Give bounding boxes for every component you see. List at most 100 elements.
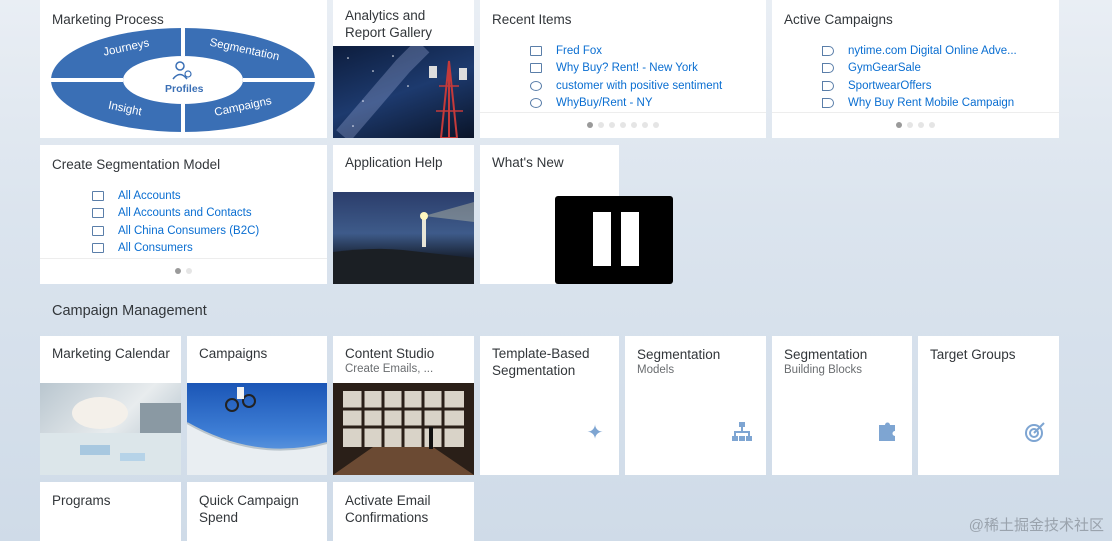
page-dot[interactable] bbox=[620, 122, 626, 128]
title-line: Activate Email bbox=[345, 493, 431, 508]
list-item-label[interactable]: All Consumers bbox=[118, 242, 193, 254]
tile-marketing-process[interactable]: Marketing Process Journeys Segmentation … bbox=[40, 0, 327, 138]
list-item[interactable]: customer with positive sentiment bbox=[530, 77, 722, 95]
tile-create-segmentation[interactable]: Create Segmentation Model All Accounts A… bbox=[40, 145, 327, 284]
list-item-label[interactable]: SportwearOffers bbox=[848, 80, 932, 92]
pagination-dots[interactable] bbox=[772, 122, 1059, 128]
tile-segmentation-blocks[interactable]: Segmentation Building Blocks bbox=[772, 336, 912, 475]
list-item[interactable]: WhyBuy/Rent - NY bbox=[530, 95, 722, 113]
magic-wand-icon: ✦ bbox=[586, 422, 604, 444]
title-line: Segmentation bbox=[492, 363, 576, 378]
tile-quick-campaign[interactable]: Quick Campaign Spend bbox=[187, 482, 327, 541]
target-icon bbox=[530, 98, 542, 109]
tile-title: Programs bbox=[52, 493, 111, 508]
list-item[interactable]: Why Buy? Rent! - New York bbox=[530, 60, 722, 78]
list-item-label[interactable]: nytime.com Digital Online Adve... bbox=[848, 45, 1017, 57]
tile-title: Content Studio bbox=[345, 346, 435, 361]
tile-title: Quick Campaign Spend bbox=[199, 492, 299, 526]
pause-bar bbox=[621, 212, 639, 266]
list-item[interactable]: SportwearOffers bbox=[822, 77, 1017, 95]
page-dot[interactable] bbox=[907, 122, 913, 128]
bmx-rider-image bbox=[187, 383, 327, 475]
tile-programs[interactable]: Programs bbox=[40, 482, 181, 541]
night-sky-tower-image bbox=[333, 46, 474, 138]
page-dot[interactable] bbox=[653, 122, 659, 128]
list-item[interactable]: GymGearSale bbox=[822, 60, 1017, 78]
page-dot[interactable] bbox=[918, 122, 924, 128]
list-item-label[interactable]: customer with positive sentiment bbox=[556, 80, 722, 92]
list-item-label[interactable]: Fred Fox bbox=[556, 45, 602, 57]
tile-activate-email[interactable]: Activate Email Confirmations bbox=[333, 482, 474, 541]
watermark: @稀土掘金技术社区 bbox=[968, 517, 1104, 534]
title-line: Quick Campaign bbox=[199, 493, 299, 508]
page-dot[interactable] bbox=[186, 268, 192, 274]
list-item[interactable]: All China Consumers (B2C) bbox=[92, 222, 259, 240]
list-item-label[interactable]: GymGearSale bbox=[848, 62, 921, 74]
title-line: Spend bbox=[199, 510, 239, 525]
list-item-label[interactable]: Why Buy? Rent! - New York bbox=[556, 62, 698, 74]
tile-title: Recent Items bbox=[492, 12, 572, 27]
pagination-dots[interactable] bbox=[40, 268, 327, 274]
section-title: Campaign Management bbox=[52, 303, 207, 319]
tile-campaigns[interactable]: Campaigns bbox=[187, 336, 327, 475]
list-item[interactable]: All Consumers bbox=[92, 240, 259, 258]
list-item-label[interactable]: All China Consumers (B2C) bbox=[118, 225, 259, 237]
tile-recent-items[interactable]: Recent Items Fred Fox Why Buy? Rent! - N… bbox=[480, 0, 766, 138]
megaphone-icon bbox=[822, 63, 834, 74]
tile-active-campaigns[interactable]: Active Campaigns nytime.com Digital Onli… bbox=[772, 0, 1059, 138]
tile-application-help[interactable]: Application Help bbox=[333, 145, 474, 284]
title-line: Report Gallery bbox=[345, 25, 433, 40]
page-dot[interactable] bbox=[587, 122, 593, 128]
puzzle-icon bbox=[876, 421, 900, 445]
tile-title: Segmentation bbox=[637, 347, 721, 362]
tile-title: Marketing Calendar bbox=[52, 346, 170, 361]
puzzle-icon bbox=[530, 63, 542, 74]
tile-title: Create Segmentation Model bbox=[52, 157, 221, 172]
tile-content-studio[interactable]: Content Studio Create Emails, ... bbox=[333, 336, 474, 475]
list-item-label[interactable]: All Accounts and Contacts bbox=[118, 207, 252, 219]
segment-profiles: Profiles bbox=[165, 83, 204, 95]
megaphone-icon bbox=[822, 45, 834, 56]
contact-card-icon bbox=[92, 225, 104, 236]
tile-analytics-gallery[interactable]: Analytics and Report Gallery bbox=[333, 0, 474, 138]
recent-items-list: Fred Fox Why Buy? Rent! - New York custo… bbox=[530, 42, 722, 112]
divider bbox=[772, 112, 1059, 113]
list-item[interactable]: nytime.com Digital Online Adve... bbox=[822, 42, 1017, 60]
list-item[interactable]: Why Buy Rent Mobile Campaign bbox=[822, 95, 1017, 113]
list-item-label[interactable]: Why Buy Rent Mobile Campaign bbox=[848, 97, 1014, 109]
title-line: Template-Based bbox=[492, 346, 590, 361]
list-item-label[interactable]: WhyBuy/Rent - NY bbox=[556, 97, 653, 109]
divider bbox=[40, 258, 327, 259]
segmentation-models-list: All Accounts All Accounts and Contacts A… bbox=[92, 187, 259, 257]
list-item[interactable]: All Accounts bbox=[92, 187, 259, 205]
list-item[interactable]: All Accounts and Contacts bbox=[92, 205, 259, 223]
calendar-desk-image bbox=[40, 383, 181, 475]
tile-title: What's New bbox=[492, 155, 564, 170]
pause-icon[interactable] bbox=[555, 196, 673, 284]
page-dot[interactable] bbox=[896, 122, 902, 128]
tile-marketing-calendar[interactable]: Marketing Calendar bbox=[40, 336, 181, 475]
target-icon bbox=[1023, 421, 1047, 445]
lighthouse-image bbox=[333, 192, 474, 284]
pagination-dots[interactable] bbox=[480, 122, 766, 128]
tile-title: Segmentation bbox=[784, 347, 868, 362]
marketing-process-wheel bbox=[51, 28, 315, 132]
page-dot[interactable] bbox=[598, 122, 604, 128]
list-item-label[interactable]: All Accounts bbox=[118, 190, 181, 202]
page-dot[interactable] bbox=[175, 268, 181, 274]
tile-template-segmentation[interactable]: Template-Based Segmentation ✦ bbox=[480, 336, 619, 475]
title-line: Analytics and bbox=[345, 8, 426, 23]
contact-card-icon bbox=[92, 190, 104, 201]
tile-subtitle: Building Blocks bbox=[784, 364, 862, 376]
tile-title: Template-Based Segmentation bbox=[492, 345, 590, 379]
page-dot[interactable] bbox=[642, 122, 648, 128]
window-room-image bbox=[333, 383, 474, 475]
page-dot[interactable] bbox=[631, 122, 637, 128]
hierarchy-icon bbox=[730, 421, 754, 445]
tile-segmentation-models[interactable]: Segmentation Models bbox=[625, 336, 766, 475]
tile-target-groups[interactable]: Target Groups bbox=[918, 336, 1059, 475]
page-dot[interactable] bbox=[929, 122, 935, 128]
megaphone-icon bbox=[822, 80, 834, 91]
page-dot[interactable] bbox=[609, 122, 615, 128]
list-item[interactable]: Fred Fox bbox=[530, 42, 722, 60]
